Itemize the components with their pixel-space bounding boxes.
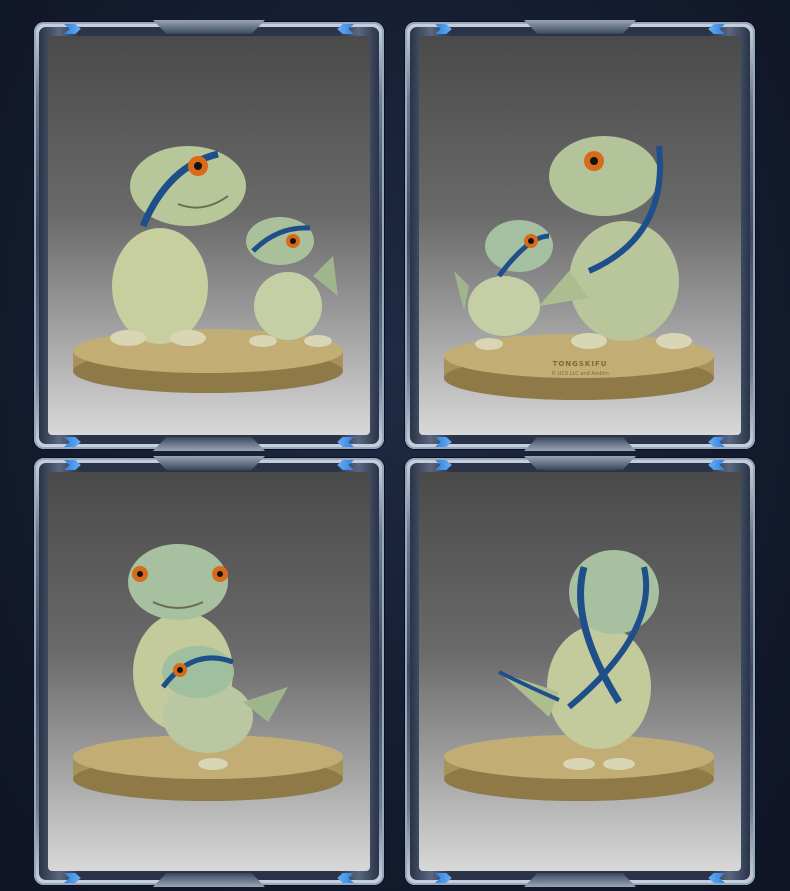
frame-top-tab	[153, 20, 265, 34]
panel-back	[405, 456, 755, 887]
frame-bottom-tab	[524, 437, 636, 451]
product-photo	[419, 472, 741, 871]
frame-top-tab	[524, 20, 636, 34]
product-photo: TONGSKIFU © UCS LLC and Amblin	[419, 36, 741, 435]
product-photo	[48, 36, 370, 435]
panel-side-pair: TONGSKIFU © UCS LLC and Amblin	[405, 20, 755, 451]
base-engraving: TONGSKIFU	[552, 360, 608, 368]
frame-bottom-tab	[524, 873, 636, 887]
figure-gallery: TONGSKIFU © UCS LLC and Amblin	[0, 0, 790, 891]
frame-bottom-tab	[153, 873, 265, 887]
frame-bottom-tab	[153, 437, 265, 451]
frame-top-tab	[153, 456, 265, 470]
base-engraving-subtext: © UCS LLC and Amblin	[551, 371, 609, 377]
frame-top-tab	[524, 456, 636, 470]
panel-front-pair	[34, 20, 384, 451]
panel-stacked-front	[34, 456, 384, 887]
product-photo	[48, 472, 370, 871]
